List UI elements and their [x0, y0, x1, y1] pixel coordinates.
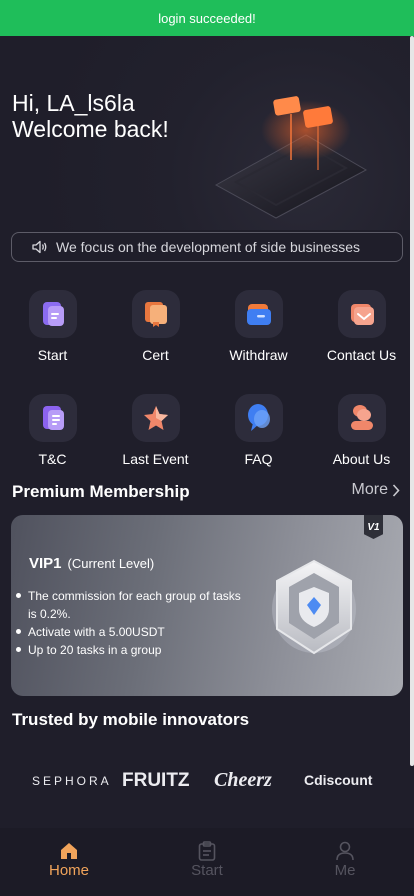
menu-withdraw[interactable]: Withdraw [207, 290, 310, 363]
vip-benefit: Activate with a 5.00USDT [16, 623, 246, 641]
tab-me[interactable]: Me [305, 840, 385, 879]
hero-illustration [214, 96, 368, 219]
question-bubble-icon [247, 404, 270, 431]
star-icon [143, 406, 168, 430]
vip-badge: V1 [364, 515, 383, 539]
tab-home-label: Home [48, 862, 89, 879]
vip-benefit: Up to 20 tasks in a group [16, 641, 246, 659]
more-label: More [351, 481, 388, 498]
greeting: Hi, LA_ls6la Welcome back! [12, 90, 169, 142]
menu-label: Last Event [122, 451, 189, 467]
menu-contact-us[interactable]: Contact Us [310, 290, 413, 363]
vip-benefit: The commission for each group of tasks i… [16, 587, 246, 623]
menu-label: About Us [332, 451, 391, 467]
menu-faq[interactable]: FAQ [207, 394, 310, 467]
announcement-text: We focus on the development of side busi… [56, 239, 361, 255]
vip-shield-emblem [272, 559, 356, 655]
login-success-toast: login succeeded! [0, 0, 414, 36]
brand-cdiscount: Cdiscount [304, 772, 373, 788]
vip-level-card[interactable]: V1 VIP1 (Current Level) The commission fo… [11, 515, 403, 696]
vip-level: VIP1 [29, 555, 62, 572]
tab-start[interactable]: Start [167, 840, 247, 879]
menu-terms[interactable]: T&C [1, 394, 104, 467]
vip-level-heading: VIP1 (Current Level) [29, 555, 154, 572]
brand-cdiscount-name: Cdiscount [304, 772, 373, 788]
greeting-welcome: Welcome back! [12, 116, 169, 142]
speaker-icon [32, 240, 47, 254]
menu-label: Contact Us [326, 347, 397, 363]
membership-title: Premium Membership [12, 482, 190, 501]
brand-fruitz: FRUITZ [122, 770, 190, 791]
vip-benefits-list: The commission for each group of tasks i… [16, 587, 246, 659]
tab-home[interactable]: Home [29, 840, 109, 879]
brand-sephora: SEPHORA [32, 774, 112, 788]
menu-label: Cert [142, 347, 169, 363]
menu-cert[interactable]: Cert [104, 290, 207, 363]
menu-label: FAQ [244, 451, 273, 467]
terms-icon [42, 406, 64, 430]
wallet-icon [246, 304, 271, 325]
menu-last-event[interactable]: Last Event [104, 394, 207, 467]
home-icon [61, 843, 77, 859]
brand-logos: SEPHORA FRUITZ Cheerz Cdiscount [0, 768, 414, 798]
document-icon [42, 302, 64, 326]
bottom-tab-bar: Home Start Me [0, 828, 414, 896]
trusted-title: Trusted by mobile innovators [12, 710, 250, 729]
vip-level-note: (Current Level) [67, 556, 155, 571]
greeting-username: Hi, LA_ls6la [12, 90, 135, 116]
brand-cheerz: Cheerz [214, 769, 272, 791]
announcement-bar[interactable]: We focus on the development of side busi… [11, 232, 403, 262]
clipboard-icon [198, 841, 216, 861]
tab-me-label: Me [334, 862, 356, 879]
toast-text: login succeeded! [158, 10, 256, 26]
menu-label: T&C [38, 451, 67, 467]
menu-about-us[interactable]: About Us [310, 394, 413, 467]
user-icon [336, 841, 354, 861]
chevron-right-icon [392, 483, 400, 497]
mail-icon [350, 304, 374, 325]
menu-label: Withdraw [229, 347, 288, 363]
certificate-icon [144, 302, 167, 327]
menu-label: Start [37, 347, 68, 363]
menu-start[interactable]: Start [1, 290, 104, 363]
people-icon [350, 405, 373, 430]
tab-start-label: Start [191, 862, 223, 879]
more-link[interactable]: More [352, 481, 400, 499]
scrollbar[interactable] [410, 36, 414, 766]
